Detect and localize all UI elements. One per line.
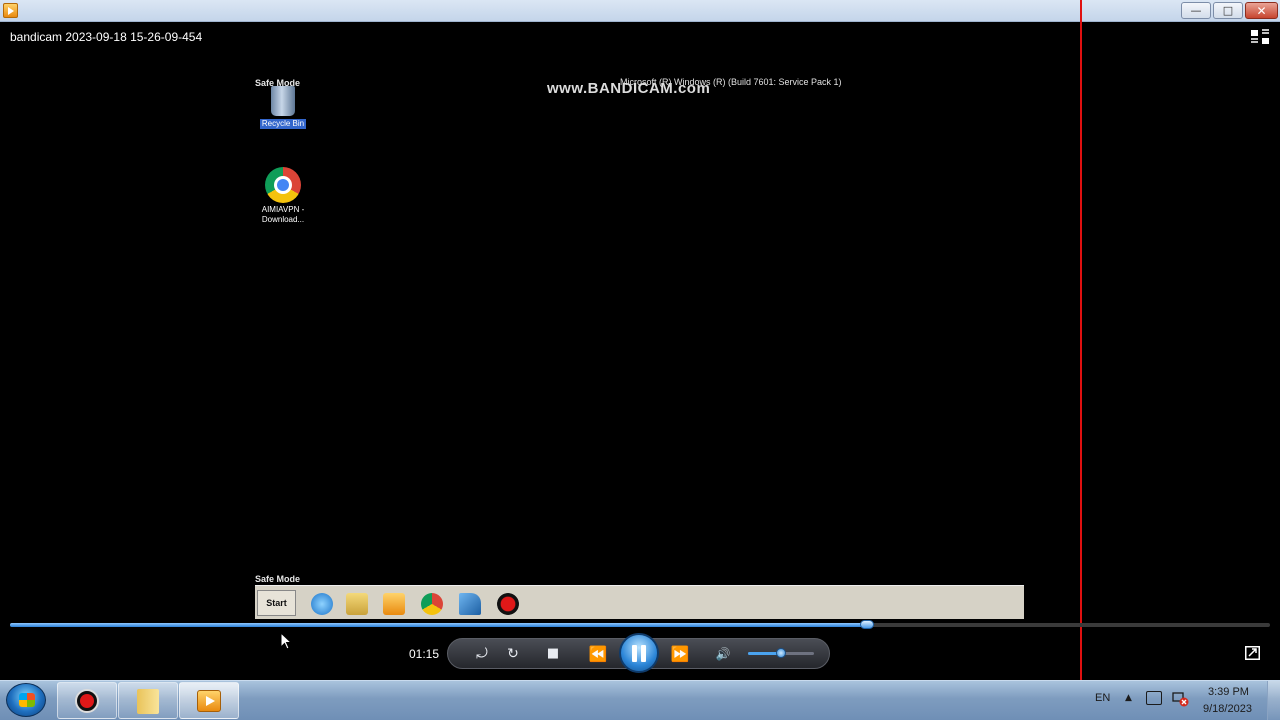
minimize-button[interactable]: — [1181,2,1211,19]
windows-logo-icon [19,693,35,707]
seek-bar-progress [10,623,867,627]
volume-thumb[interactable] [776,648,786,658]
network-disconnected-icon[interactable] [1172,690,1189,707]
desktop-icon-label: Recycle Bin [259,119,307,129]
next-icon[interactable]: ⏩ [667,638,693,669]
pause-icon-bar-left [632,644,637,662]
show-hidden-icons-icon[interactable]: ▲ [1125,693,1132,703]
start-button[interactable] [6,683,46,717]
pause-button[interactable] [619,633,659,673]
bandicam-watermark: www.BANDICAM.com [547,80,711,97]
clock-date[interactable]: 9/18/2023 [1203,703,1252,715]
bandicam-icon [497,593,519,615]
taskbar-explorer[interactable] [118,682,178,719]
minimize-icon: — [1190,4,1202,17]
recorded-taskbar: Start [255,585,1024,619]
shuffle-icon[interactable]: ⤾ [472,638,492,669]
desktop-icon-recycle-bin: Recycle Bin [253,86,313,129]
red-vertical-line [1080,0,1082,680]
desktop-icon-label: AIMIAVPN - Download... [261,205,305,224]
close-button[interactable]: ✕ [1245,2,1278,19]
player-icon [197,690,221,712]
window-title-bar[interactable]: — □ ✕ [0,0,1280,22]
clock-time[interactable]: 3:39 PM [1208,686,1249,698]
maximize-icon: □ [1222,4,1234,17]
recycle-bin-icon [271,86,295,116]
action-center-icon[interactable] [1146,691,1162,705]
chrome-icon [265,167,301,203]
compact-mode-icon[interactable] [1250,28,1270,46]
safe-mode-label-bottom: Safe Mode [255,574,301,584]
volume-icon[interactable]: 🔊 [713,638,733,669]
repeat-icon[interactable]: ↻ [503,638,523,669]
seek-bar-thumb[interactable] [859,620,874,629]
pause-icon-bar-right [641,644,646,662]
vpn-icon [459,593,481,615]
previous-icon[interactable]: ⏪ [585,638,611,669]
show-desktop-button[interactable] [1267,681,1280,720]
desktop-icon-vpn-shortcut: AIMIAVPN - Download... [253,167,313,225]
mouse-cursor-icon [280,632,292,650]
explorer-folder-icon [137,689,159,714]
stop-icon[interactable]: ■ [543,638,563,669]
seek-bar[interactable] [10,620,1270,629]
taskbar-player[interactable] [179,682,239,719]
screen: — □ ✕ bandicam 2023-09-18 15-26-09-454 S… [0,0,1280,720]
bandicam-icon [75,689,99,713]
explorer-icon [346,593,368,615]
video-title: bandicam 2023-09-18 15-26-09-454 [10,30,203,44]
current-time: 01:15 [409,647,440,661]
chrome-icon [421,593,443,615]
maximize-button[interactable]: □ [1213,2,1243,19]
taskbar-bandicam[interactable] [57,682,117,719]
close-icon: ✕ [1256,3,1267,18]
player-app-icon[interactable] [3,3,18,18]
ie-icon [311,593,333,615]
recorded-start-button: Start [257,590,296,616]
language-indicator[interactable]: EN [1095,692,1110,704]
player-icon [383,593,405,615]
fullscreen-icon[interactable] [1245,646,1260,660]
